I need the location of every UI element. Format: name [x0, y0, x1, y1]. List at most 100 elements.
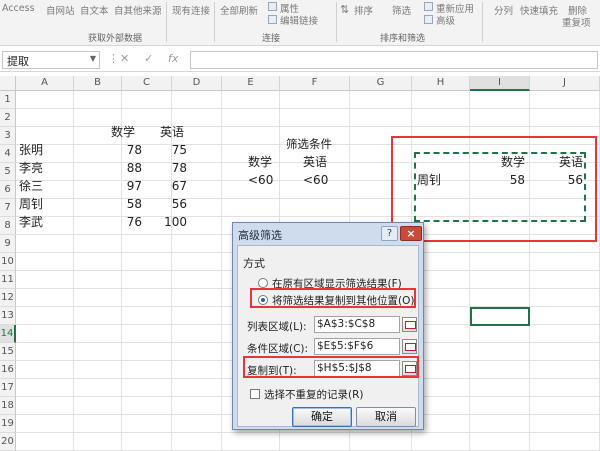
cell-f5[interactable]: 英语	[300, 153, 350, 171]
row-header[interactable]: 20	[0, 433, 16, 451]
name-box[interactable]: 提取 ▼	[2, 51, 100, 69]
row-header[interactable]: 6	[0, 181, 16, 199]
name-box-value: 提取	[7, 55, 29, 68]
column-header[interactable]: C	[122, 76, 172, 91]
cell-c5[interactable]: 78	[141, 159, 190, 177]
cell-b5[interactable]: 88	[80, 159, 145, 177]
row-header[interactable]: 1	[0, 91, 16, 109]
ribbon-from-other[interactable]: 自其他来源	[114, 3, 162, 17]
cell-c6[interactable]: 67	[141, 177, 190, 195]
radio-inplace[interactable]	[258, 278, 268, 288]
column-header[interactable]: J	[530, 76, 600, 91]
column-header[interactable]: E	[222, 76, 280, 91]
ribbon-from-text[interactable]: 自文本	[80, 3, 109, 17]
ribbon-refresh-all[interactable]: 全部刷新	[220, 3, 258, 17]
ribbon-sort[interactable]: 排序	[354, 3, 373, 17]
row-header[interactable]: 3	[0, 127, 16, 145]
column-header[interactable]: I	[470, 76, 530, 91]
cell-a5[interactable]: 李亮	[16, 159, 74, 177]
reapply-icon	[424, 2, 433, 11]
column-header[interactable]: G	[350, 76, 412, 91]
ribbon-text-to-columns[interactable]: 分列	[494, 3, 513, 17]
close-button[interactable]: ×	[400, 226, 422, 241]
row-header[interactable]: 13	[0, 307, 16, 325]
column-header[interactable]: F	[280, 76, 350, 91]
option-copy-highlight	[250, 288, 416, 308]
formula-buttons: ⋮ ✕ ✓ fx	[106, 51, 190, 69]
ribbon-access[interactable]: Access	[2, 3, 35, 14]
ribbon-duplicates[interactable]: 重复项	[562, 15, 591, 29]
range-picker-icon[interactable]	[402, 317, 417, 332]
cell-c4[interactable]: 75	[141, 141, 190, 159]
help-button[interactable]: ?	[381, 226, 398, 241]
criteria-title[interactable]: 筛选条件	[244, 135, 374, 153]
row-header[interactable]: 14	[0, 325, 16, 343]
row-header[interactable]: 15	[0, 343, 16, 361]
properties-icon	[268, 2, 277, 11]
column-header[interactable]: B	[74, 76, 122, 91]
column-header[interactable]: H	[412, 76, 470, 91]
unique-records-label[interactable]: 选择不重复的记录(R)	[264, 387, 364, 402]
column-header[interactable]: A	[16, 76, 74, 91]
row-header[interactable]: 2	[0, 109, 16, 127]
cell-b7[interactable]: 58	[80, 195, 145, 213]
ribbon-edit-links[interactable]: 编辑链接	[280, 13, 318, 27]
column-header[interactable]: D	[172, 76, 222, 91]
cell-a6[interactable]: 徐三	[16, 177, 74, 195]
row-header[interactable]: 8	[0, 217, 16, 235]
cell-b6[interactable]: 97	[80, 177, 145, 195]
ribbon-separator	[336, 2, 337, 42]
cell-e5[interactable]: 数学	[245, 153, 295, 171]
dialog-title: 高级筛选	[238, 229, 282, 242]
ribbon-from-web[interactable]: 自网站	[46, 3, 75, 17]
chevron-down-icon[interactable]: ▼	[90, 54, 96, 63]
row-header[interactable]: 11	[0, 271, 16, 289]
advanced-filter-icon	[424, 15, 433, 24]
cell-a7[interactable]: 周钊	[16, 195, 74, 213]
cell-b3[interactable]: 数学	[99, 123, 147, 141]
cancel-icon[interactable]: ✕	[120, 52, 129, 65]
ribbon-advanced[interactable]: 高级	[436, 13, 455, 27]
cell-b4[interactable]: 78	[80, 141, 145, 159]
list-range-input[interactable]: $A$3:$C$8	[314, 316, 400, 333]
ribbon-filter[interactable]: 筛选	[392, 3, 411, 17]
cell-a8[interactable]: 李武	[16, 213, 74, 231]
cell-c7[interactable]: 56	[141, 195, 190, 213]
select-all-corner[interactable]	[0, 76, 16, 91]
row-header[interactable]: 9	[0, 235, 16, 253]
cell-b8[interactable]: 76	[80, 213, 145, 231]
cell-c3[interactable]: 英语	[147, 123, 197, 141]
row-header[interactable]: 18	[0, 397, 16, 415]
ribbon-existing-conn[interactable]: 现有连接	[172, 3, 210, 17]
ribbon-flash-fill[interactable]: 快速填充	[520, 3, 558, 17]
range-picker-icon[interactable]	[402, 339, 417, 354]
ribbon: Access 自网站 自文本 自其他来源 现有连接 全部刷新 属性 编辑链接 ⇅…	[0, 0, 600, 46]
ribbon-separator	[482, 2, 483, 42]
cell-f6[interactable]: <60	[300, 171, 350, 189]
ribbon-separator	[166, 2, 167, 42]
cell-e6[interactable]: <60	[245, 171, 295, 189]
ok-button[interactable]: 确定	[292, 407, 352, 427]
cancel-button[interactable]: 取消	[356, 407, 416, 427]
method-group-label: 方式	[243, 257, 265, 270]
function-icon[interactable]: fx	[168, 52, 178, 65]
row-header[interactable]: 16	[0, 361, 16, 379]
row-header[interactable]: 17	[0, 379, 16, 397]
list-range-label: 列表区域(L):	[247, 321, 307, 333]
sort-az-icon[interactable]: ⇅	[340, 3, 349, 16]
gridline	[221, 91, 222, 451]
cell-a4[interactable]: 张明	[16, 141, 74, 159]
formula-input[interactable]	[190, 51, 598, 69]
unique-records-checkbox[interactable]	[250, 389, 260, 399]
criteria-range-input[interactable]: $E$5:$F$6	[314, 338, 400, 355]
cell-c8[interactable]: 100	[141, 213, 190, 231]
row-header[interactable]: 5	[0, 163, 16, 181]
row-header[interactable]: 19	[0, 415, 16, 433]
group-label-sort-filter: 排序和筛选	[380, 34, 426, 44]
copy-to-highlight	[243, 356, 419, 378]
row-header[interactable]: 4	[0, 145, 16, 163]
row-header[interactable]: 7	[0, 199, 16, 217]
row-header[interactable]: 12	[0, 289, 16, 307]
row-header[interactable]: 10	[0, 253, 16, 271]
confirm-icon[interactable]: ✓	[144, 52, 153, 65]
